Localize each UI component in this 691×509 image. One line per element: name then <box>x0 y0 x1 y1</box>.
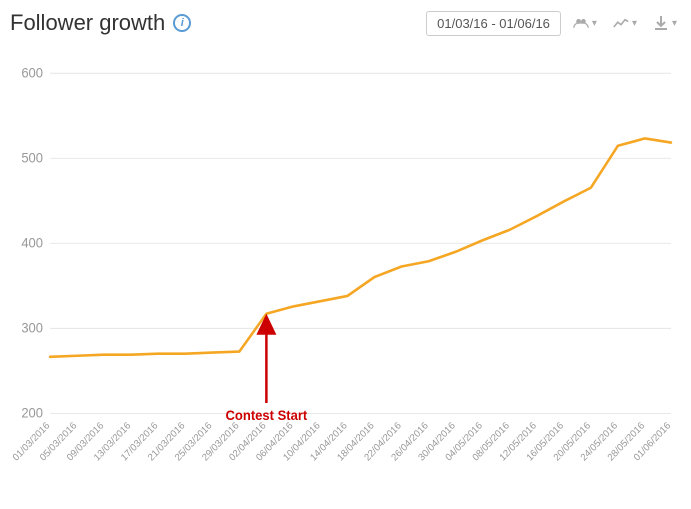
controls-area: 01/03/16 - 01/06/16 ▾ ▾ <box>426 11 681 36</box>
date-range-picker[interactable]: 01/03/16 - 01/06/16 <box>426 11 561 36</box>
line-chart: 600 500 400 300 200 01/03/2016 05/03/201… <box>10 46 681 466</box>
svg-text:Contest Start: Contest Start <box>226 408 308 423</box>
download-dropdown-arrow: ▾ <box>672 18 677 29</box>
svg-text:400: 400 <box>21 235 43 250</box>
main-container: Follower growth i 01/03/16 - 01/06/16 ▾ … <box>0 0 691 509</box>
growth-line <box>50 138 671 356</box>
svg-text:300: 300 <box>21 320 43 335</box>
svg-text:500: 500 <box>21 150 43 165</box>
svg-text:200: 200 <box>21 405 43 420</box>
dropdown-arrow: ▾ <box>592 18 597 29</box>
audience-selector[interactable]: ▾ <box>569 13 601 33</box>
title-area: Follower growth i <box>10 10 191 36</box>
chart-area: 600 500 400 300 200 01/03/2016 05/03/201… <box>10 46 681 466</box>
info-icon[interactable]: i <box>173 14 191 32</box>
download-btn[interactable]: ▾ <box>649 13 681 33</box>
svg-text:600: 600 <box>21 65 43 80</box>
page-title: Follower growth <box>10 10 165 36</box>
trend-selector[interactable]: ▾ <box>609 13 641 33</box>
trend-dropdown-arrow: ▾ <box>632 18 637 29</box>
chart-header: Follower growth i 01/03/16 - 01/06/16 ▾ … <box>10 10 681 36</box>
